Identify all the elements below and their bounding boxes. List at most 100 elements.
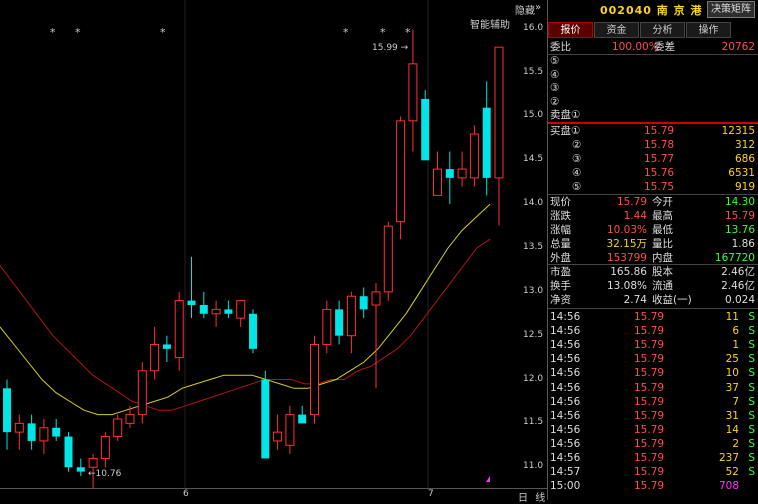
stat-row: 总量 32.15万 量比 1.86 <box>550 238 755 250</box>
event-star-marker: * <box>343 26 349 39</box>
axis-tick-label: 14.5 <box>523 154 544 165</box>
candle-body <box>261 379 270 459</box>
buy-row[interactable]: ③ 15.77 686 <box>548 152 758 166</box>
low-price-label: ←10.76 <box>88 469 122 479</box>
candle-body <box>137 370 147 416</box>
candle-body <box>187 300 196 305</box>
smart-assist-label[interactable]: 智能辅助 <box>470 16 510 31</box>
candle-body <box>469 133 479 179</box>
tick-row: 14:56 15.79 6 S <box>550 325 755 338</box>
triangle-marker-icon <box>486 476 490 482</box>
quote-tabs: 报价 资金 分析 操作 <box>548 22 758 38</box>
candle-body <box>88 457 98 468</box>
high-price-label: 15.99 → <box>372 43 409 53</box>
fundamental-row: 换手 13.08% 流通 2.46亿 <box>550 280 755 292</box>
candle-body <box>14 422 24 433</box>
period-switch[interactable]: 日 线 <box>515 488 547 504</box>
candle-body <box>445 169 454 178</box>
candle-body <box>150 343 160 372</box>
quote-header: 002040 南 京 港 决策矩阵 <box>548 0 758 18</box>
buy-row[interactable]: ② 15.78 312 <box>548 138 758 152</box>
event-star-marker: * <box>50 26 56 39</box>
stock-code: 002040 南 京 港 <box>600 4 703 17</box>
tick-row: 14:56 15.79 31 S <box>550 409 755 422</box>
candle-body <box>396 120 406 223</box>
candle-body <box>298 414 307 424</box>
buy-row[interactable]: ⑤ 15.75 919 <box>548 180 758 194</box>
sell-row[interactable]: ④ <box>548 68 758 82</box>
tick-row: 14:56 15.79 237 S <box>550 452 755 464</box>
candle-body <box>113 418 123 438</box>
candle-body <box>346 295 356 337</box>
candle-body <box>64 436 73 468</box>
ma-red-line <box>0 238 491 411</box>
candle-body <box>383 225 393 293</box>
tick-row: 14:56 15.79 10 S <box>550 367 755 380</box>
sell-row[interactable]: ② <box>548 95 758 109</box>
candle-body <box>335 309 344 336</box>
hide-label[interactable]: 隐藏 <box>515 2 535 17</box>
tick-row: 14:56 15.79 11 S <box>550 311 755 323</box>
candle-body <box>100 436 110 459</box>
sell-row[interactable]: ③ <box>548 81 758 95</box>
candle-body <box>371 291 381 306</box>
double-chevron-right-icon[interactable]: » <box>535 2 541 13</box>
bottom-bar: 6 7 <box>0 488 515 501</box>
candle-body <box>433 168 442 196</box>
candle-body <box>494 46 504 179</box>
candle-body <box>457 168 467 179</box>
tick-row: 14:56 15.79 25 S <box>550 353 755 366</box>
tick-row: 14:56 15.79 1 S <box>550 339 755 352</box>
candle-body <box>52 427 61 437</box>
candle-body <box>236 300 246 319</box>
candle-body <box>482 107 491 178</box>
candle-body <box>174 300 184 359</box>
buy-row[interactable]: ④ 15.76 6531 <box>548 166 758 180</box>
tick-row: 14:56 15.79 7 S <box>550 395 755 408</box>
month-label-6: 6 <box>183 489 189 499</box>
axis-tick-label: 12.0 <box>523 373 544 384</box>
axis-tick-label: 13.0 <box>523 285 544 296</box>
candle-body <box>224 309 233 314</box>
candle-body <box>125 414 135 424</box>
tick-row: 15:00 15.79 708 <box>550 480 739 493</box>
candle-body <box>199 305 208 314</box>
tick-row: 14:57 15.79 52 S <box>550 466 755 479</box>
tick-row: 14:56 15.79 2 S <box>550 437 755 450</box>
candle-body <box>421 98 430 161</box>
candle-body <box>310 343 319 416</box>
kline-chart[interactable]: 15.99 → ←10.76 * * * * * * <box>0 0 515 500</box>
decision-matrix-button[interactable]: 决策矩阵 <box>707 1 755 18</box>
event-star-marker: * <box>75 26 81 39</box>
axis-tick-label: 15.0 <box>523 110 544 121</box>
stat-row: 涨幅 10.03% 最低 13.76 <box>550 224 755 236</box>
candle-body <box>162 344 171 349</box>
event-star-marker: * <box>160 26 166 39</box>
tab-3[interactable]: 操作 <box>686 22 731 38</box>
axis-tick-label: 12.5 <box>523 329 544 340</box>
axis-tick-label: 14.0 <box>523 198 544 209</box>
sell-row[interactable]: ⑤ <box>548 54 758 68</box>
day-label[interactable]: 日 <box>518 493 528 504</box>
axis-tick-label: 15.5 <box>523 66 544 77</box>
tick-row: 14:56 15.79 14 S <box>550 423 755 436</box>
event-star-marker: * <box>405 26 411 39</box>
fundamental-row: 净资 2.74 收益(一) 0.024 <box>550 294 755 306</box>
axis-tick-label: 16.0 <box>523 22 544 33</box>
stat-row: 现价 15.79 今开 14.30 <box>550 196 755 208</box>
tab-1[interactable]: 资金 <box>594 22 639 38</box>
stat-row: 涨跌 1.44 最高 15.79 <box>550 210 755 222</box>
tick-row: 14:56 15.79 37 S <box>550 381 755 394</box>
line-label: 线 <box>535 493 546 504</box>
tab-2[interactable]: 分析 <box>640 22 685 38</box>
axis-tick-label: 13.5 <box>523 242 544 252</box>
candle-body <box>27 423 36 441</box>
candle-body <box>76 467 85 472</box>
event-star-marker: * <box>380 26 386 39</box>
tab-0[interactable]: 报价 <box>548 22 593 38</box>
candle-body <box>322 308 332 345</box>
candle-body <box>39 427 49 442</box>
stat-row: 外盘 153799 内盘 167720 <box>550 252 755 264</box>
sell-row[interactable]: 卖盘① <box>548 108 758 122</box>
buy-row[interactable]: 买盘① 15.79 12315 <box>548 124 758 138</box>
